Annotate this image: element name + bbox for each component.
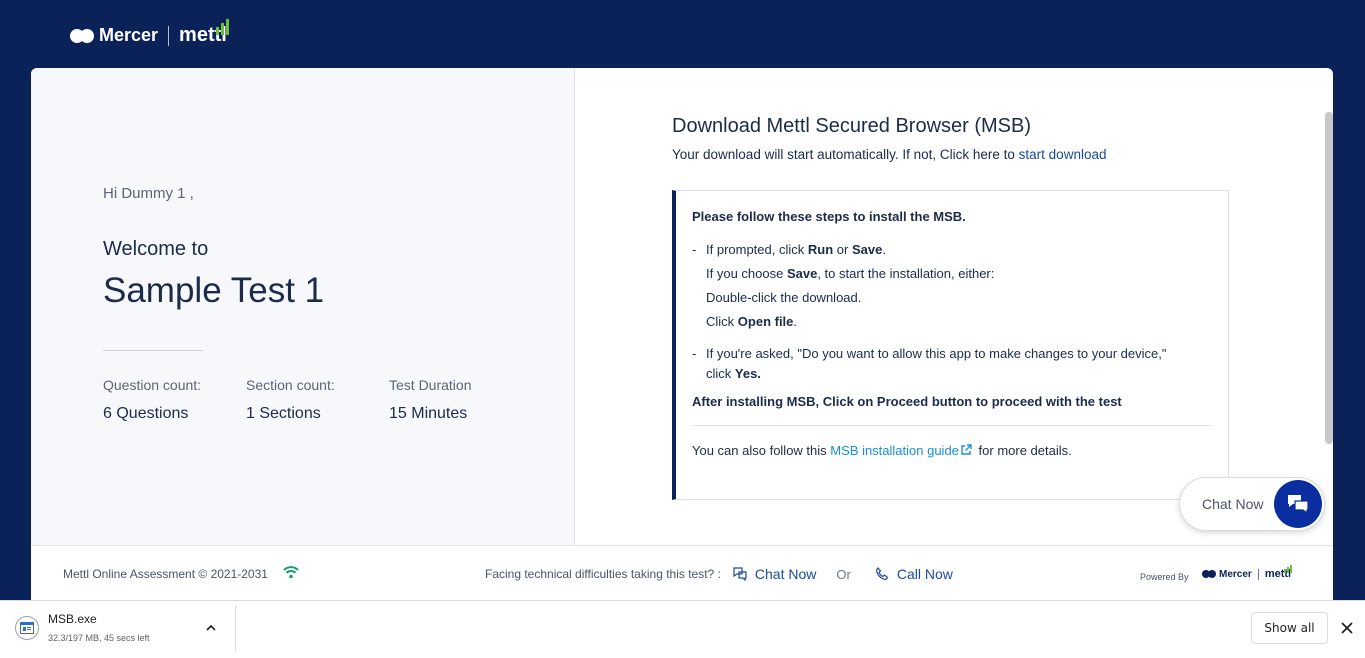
logo-separator — [168, 25, 170, 46]
after-install-note: After installing MSB, Click on Proceed b… — [692, 394, 1122, 409]
chat-now-floating-button[interactable]: Chat Now — [1179, 477, 1325, 531]
powered-by-text: Powered By — [1140, 572, 1189, 582]
header-logo: Mercer mettl — [70, 19, 229, 47]
divider — [103, 350, 203, 351]
mercer-logo-icon — [70, 28, 94, 43]
stat-section-count: Section count: 1 Sections — [246, 377, 335, 423]
download-bar-separator — [235, 606, 236, 652]
or-text: Or — [836, 566, 851, 582]
chat-now-label: Chat Now — [1202, 496, 1264, 512]
download-status: 32.3/197 MB, 45 secs left — [48, 633, 150, 643]
logo-mettl-text: mettl — [1265, 565, 1293, 580]
stat-label: Test Duration — [389, 377, 472, 393]
footer: Mettl Online Assessment © 2021-2031 Faci… — [31, 545, 1333, 600]
mettl-bars-icon — [215, 19, 229, 35]
mettl-bars-icon — [1284, 565, 1293, 573]
footer-call-now-link[interactable]: Call Now — [897, 566, 953, 582]
support-links: Facing technical difficulties taking thi… — [485, 566, 953, 582]
main-card: Hi Dummy 1 , Welcome to Sample Test 1 Qu… — [31, 68, 1333, 545]
logo-separator — [1257, 568, 1259, 580]
download-title: Download Mettl Secured Browser (MSB) — [672, 115, 1032, 137]
msb-installation-guide-link[interactable]: MSB installation guide — [830, 443, 959, 458]
logo-mettl-text: mettl — [179, 19, 229, 47]
test-name: Sample Test 1 — [103, 271, 325, 310]
stat-value: 1 Sections — [246, 405, 321, 422]
install-steps-box: Please follow these steps to install the… — [672, 190, 1229, 500]
logo-mercer-text: Mercer — [1219, 568, 1252, 580]
stat-label: Question count: — [103, 377, 202, 393]
mercer-logo-icon — [1202, 570, 1216, 578]
wifi-icon — [283, 566, 299, 579]
stat-label: Section count: — [246, 377, 335, 393]
welcome-panel: Hi Dummy 1 , Welcome to Sample Test 1 Qu… — [31, 68, 575, 545]
phone-icon[interactable] — [875, 567, 889, 581]
step-2: - If you're asked, "Do you want to allow… — [692, 346, 1167, 381]
step-1: - If prompted, click Run or Save. If you… — [692, 242, 995, 329]
logo-mercer-text: Mercer — [99, 25, 159, 45]
footer-logo: Mercer mettl — [1202, 565, 1293, 580]
stat-question-count: Question count: 6 Questions — [103, 377, 201, 423]
chat-icon[interactable] — [733, 567, 747, 581]
stat-test-duration: Test Duration 15 Minutes — [389, 377, 471, 423]
download-panel: Download Mettl Secured Browser (MSB) You… — [576, 68, 1333, 545]
external-link-icon[interactable] — [960, 444, 972, 456]
start-download-link[interactable]: start download — [1019, 147, 1107, 162]
show-all-button[interactable]: Show all — [1251, 612, 1328, 644]
welcome-to-text: Welcome to — [103, 238, 209, 260]
download-subtitle: Your download will start automatically. … — [672, 147, 1107, 162]
divider — [692, 425, 1212, 426]
greeting-text: Hi Dummy 1 , — [103, 185, 194, 202]
guide-note: You can also follow this MSB installatio… — [692, 443, 1072, 458]
copyright-text: Mettl Online Assessment © 2021-2031 — [63, 567, 268, 581]
close-icon[interactable] — [1340, 621, 1354, 635]
support-question: Facing technical difficulties taking thi… — [485, 567, 721, 581]
chevron-up-icon[interactable] — [205, 622, 217, 634]
file-icon[interactable] — [15, 616, 39, 640]
download-file-name[interactable]: MSB.exe — [48, 612, 97, 626]
stat-value: 6 Questions — [103, 405, 189, 422]
footer-chat-now-link[interactable]: Chat Now — [755, 566, 816, 582]
steps-heading: Please follow these steps to install the… — [692, 209, 966, 224]
chat-icon[interactable] — [1274, 480, 1322, 528]
stat-value: 15 Minutes — [389, 405, 468, 422]
scrollbar[interactable] — [1325, 112, 1333, 444]
